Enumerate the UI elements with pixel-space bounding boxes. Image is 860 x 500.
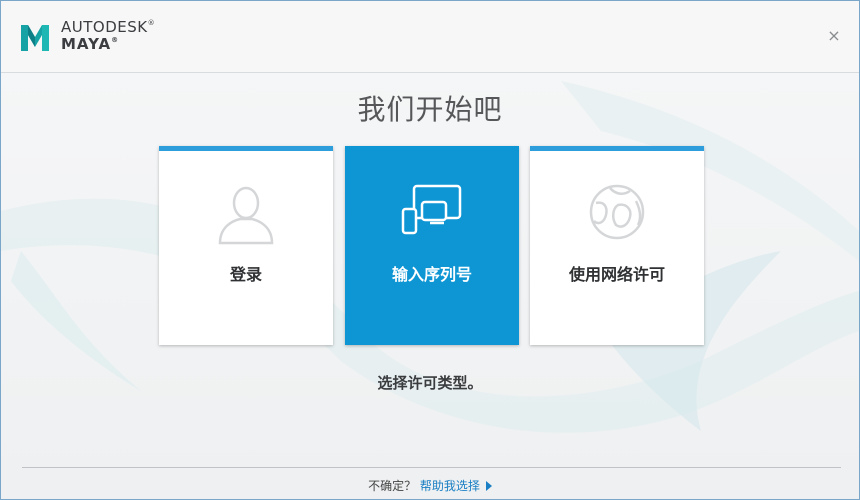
card-label-enter-serial: 输入序列号 <box>391 265 472 284</box>
card-network-license[interactable]: 使用网络许可 <box>530 146 704 345</box>
license-dialog: AUTODESK® MAYA® × 我们开始吧 登录 输入序列号 使用网络许可 <box>0 0 860 500</box>
footer-question: 不确定？ <box>368 479 417 493</box>
card-label-sign-in: 登录 <box>229 265 262 284</box>
user-silhouette-icon <box>218 186 274 245</box>
devices-icon <box>401 184 462 235</box>
brand-autodesk: AUTODESK <box>61 18 148 36</box>
card-sign-in[interactable]: 登录 <box>159 146 333 345</box>
maya-logo-icon <box>21 25 49 51</box>
network-globe-icon <box>589 184 645 240</box>
brand-wordmark: AUTODESK® MAYA® <box>61 18 156 53</box>
footer: 不确定？ 帮助我选择 <box>1 477 859 494</box>
page-title: 我们开始吧 <box>357 93 503 126</box>
brand-maya: MAYA <box>61 35 112 53</box>
close-icon[interactable]: × <box>826 28 842 44</box>
instruction-text: 选择许可类型。 <box>377 374 483 392</box>
footer-divider <box>22 467 841 468</box>
card-label-network-license: 使用网络许可 <box>568 265 665 284</box>
card-enter-serial[interactable]: 输入序列号 <box>345 146 519 345</box>
title-bar: AUTODESK® MAYA® × <box>1 1 859 73</box>
triangle-right-icon[interactable] <box>485 481 492 491</box>
help-me-choose-link[interactable]: 帮助我选择 <box>420 479 480 493</box>
